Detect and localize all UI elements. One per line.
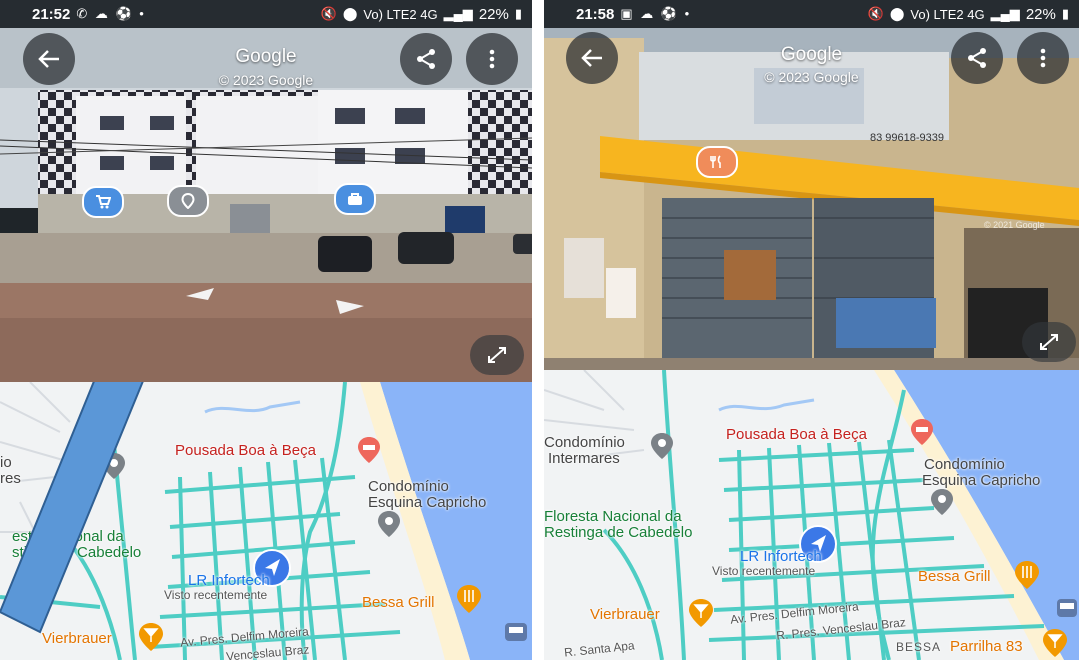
left-screenshot: 21:52 ✆ ☁ ⚽ • 🔇 ⬤ Vo) LTE2 4G ▂▄▆ 22% ▮ <box>0 0 532 660</box>
map-label-floresta-1: Floresta Nacional da <box>544 508 682 525</box>
battery-level: 22% <box>1025 5 1056 23</box>
share-icon <box>417 49 435 69</box>
location-icon: ⬤ <box>342 6 358 21</box>
restaurant-icon[interactable] <box>696 146 738 178</box>
mute-icon: 🔇 <box>867 6 884 21</box>
more-vert-icon <box>489 49 495 69</box>
network-indicator: Vo) LTE2 4G <box>910 6 985 22</box>
status-time: 21:52 <box>32 5 71 23</box>
more-options-button[interactable] <box>1017 32 1069 84</box>
shop-phone-number: 83 99618-9339 <box>870 132 945 144</box>
restaurant-pin-icon[interactable] <box>1014 560 1040 595</box>
right-screenshot: 21:58 ▣ ☁ ⚽ • 🔇 ⬤ Vo) LTE2 4G ▂▄▆ 22% ▮ <box>544 0 1079 660</box>
map-view[interactable]: Pousada Boa à Beça io res Condomínio Esq… <box>0 382 532 660</box>
signal-icon: ▂▄▆ <box>443 6 473 21</box>
fullscreen-icon <box>1040 334 1058 350</box>
map-pin-icon[interactable] <box>650 432 674 465</box>
bus-stop-icon[interactable] <box>1056 598 1078 623</box>
share-button[interactable] <box>400 33 452 85</box>
map-label-floresta-2: Restinga de Cabedelo <box>544 524 693 541</box>
expand-button[interactable] <box>470 335 524 375</box>
shopping-bag-icon[interactable] <box>334 183 376 215</box>
map-label-visto: Visto recentemente <box>712 564 816 578</box>
street-view-header: Google © 2023 Google <box>544 28 1079 98</box>
battery-icon: ▮ <box>514 6 522 21</box>
street-view-header: Google © 2023 Google <box>0 28 532 98</box>
hotel-pin-icon[interactable] <box>910 418 934 451</box>
annotation-arrow <box>0 382 144 634</box>
status-bar: 21:58 ▣ ☁ ⚽ • 🔇 ⬤ Vo) LTE2 4G ▂▄▆ 22% ▮ <box>544 0 1079 28</box>
status-time: 21:58 <box>576 5 615 23</box>
battery-icon: ▮ <box>1061 6 1069 21</box>
map-pin-icon[interactable] <box>930 488 954 521</box>
shopping-cart-icon[interactable] <box>82 186 124 218</box>
map-label-pousada[interactable]: Pousada Boa à Beça <box>726 426 867 443</box>
map-label-condominio-1: Condomínio <box>544 434 625 451</box>
battery-level: 22% <box>478 5 509 23</box>
map-label-bessa-grill[interactable]: Bessa Grill <box>918 568 991 585</box>
more-vert-icon <box>1040 48 1046 68</box>
signal-icon: ▂▄▆ <box>990 6 1020 21</box>
network-indicator: Vo) LTE2 4G <box>363 6 438 22</box>
share-button[interactable] <box>951 32 1003 84</box>
map-label-capricho-1: Condomínio <box>924 456 1005 473</box>
notification-icons: ✆ ☁ ⚽ • <box>76 6 146 21</box>
street-view-title: Google <box>235 46 297 67</box>
map-label-parrilha[interactable]: Parrilha 83 <box>950 638 1023 655</box>
share-icon <box>968 48 986 68</box>
map-label-capricho-2: Esquina Capricho <box>922 472 1041 489</box>
map-label-lr[interactable]: LR Infortech <box>740 548 822 565</box>
status-bar: 21:52 ✆ ☁ ⚽ • 🔇 ⬤ Vo) LTE2 4G ▂▄▆ 22% ▮ <box>0 0 532 28</box>
mute-icon: 🔇 <box>320 6 337 21</box>
map-label-bessa: BESSA <box>896 640 942 654</box>
map-view[interactable]: Condomínio Intermares Pousada Boa à Beça… <box>544 370 1079 660</box>
bar-pin-icon[interactable] <box>688 598 714 633</box>
expand-button[interactable] <box>1022 322 1076 362</box>
notification-icons: ▣ ☁ ⚽ • <box>620 6 692 21</box>
street-view-copyright: © 2023 Google <box>218 72 314 88</box>
location-pin-icon[interactable] <box>167 185 209 217</box>
map-label-vierbrauer[interactable]: Vierbrauer <box>590 606 660 623</box>
map-label-condominio-2: Intermares <box>548 450 620 467</box>
bar-pin-icon[interactable] <box>1042 628 1068 660</box>
street-view-watermark: © 2021 Google <box>984 220 1045 230</box>
location-icon: ⬤ <box>889 6 905 21</box>
fullscreen-icon <box>488 347 506 363</box>
more-options-button[interactable] <box>466 33 518 85</box>
